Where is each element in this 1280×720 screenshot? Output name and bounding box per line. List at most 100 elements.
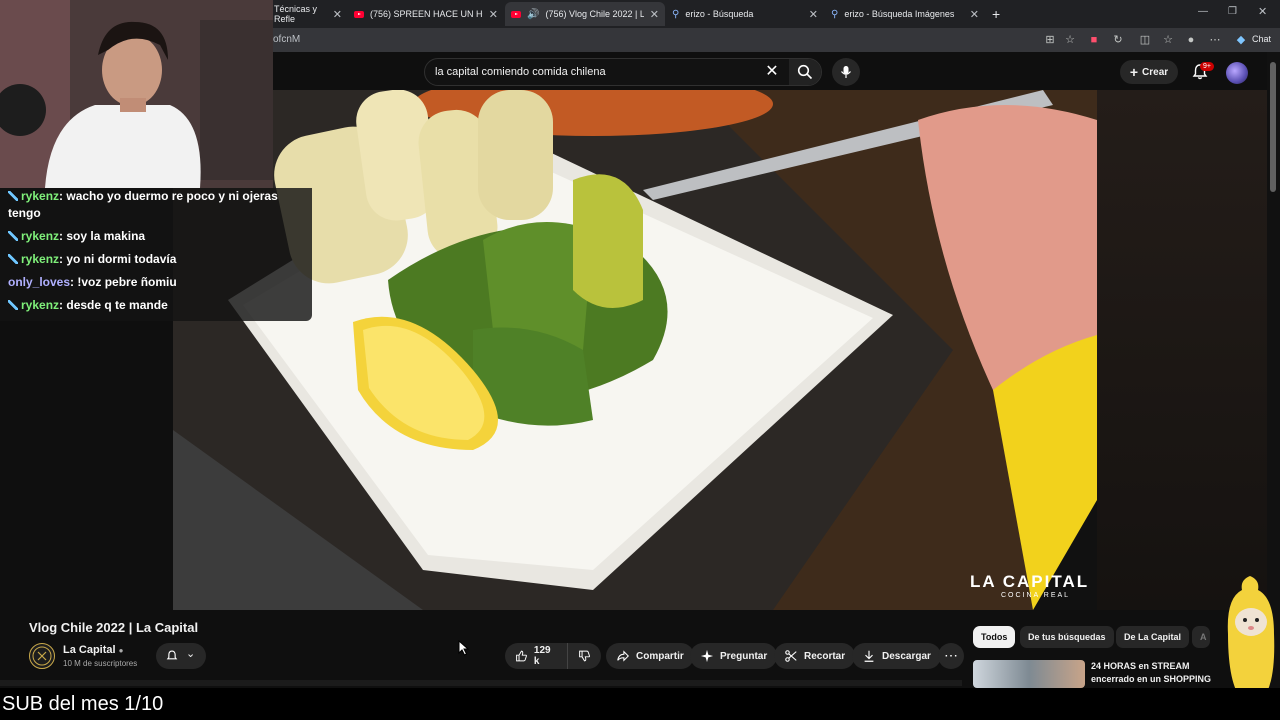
extension-icon[interactable]: ■ xyxy=(1087,33,1101,47)
chat-message: only_loves: !voz pebre ñomiu xyxy=(8,275,177,289)
tab-title: erizo - Búsqueda xyxy=(685,9,754,19)
close-tab-icon[interactable]: ✕ xyxy=(650,8,659,21)
chat-message: rykenz: soy la makina xyxy=(8,228,300,245)
channel-avatar[interactable] xyxy=(29,643,55,669)
sword-badge-icon xyxy=(8,231,18,241)
favorite-star-icon[interactable]: ☆ xyxy=(1063,33,1077,47)
thumbs-down-icon xyxy=(579,650,590,662)
search-button[interactable] xyxy=(789,59,821,85)
close-tab-icon[interactable]: ✕ xyxy=(333,8,342,21)
search-favicon-icon: ⚲ xyxy=(672,8,680,20)
download-icon xyxy=(864,650,874,662)
chip-from-channel[interactable]: De La Capital xyxy=(1116,626,1190,648)
chat-text: !voz pebre ñomiu xyxy=(77,275,177,289)
share-label: Compartir xyxy=(636,650,684,662)
clip-button[interactable]: Recortar xyxy=(774,643,856,669)
share-button[interactable]: Compartir xyxy=(606,643,694,669)
copilot-icon[interactable]: ◆ xyxy=(1234,33,1248,47)
tab-vlog-chile[interactable]: 🔊 (756) Vlog Chile 2022 | La Cap ✕ xyxy=(505,2,665,26)
related-video-title[interactable]: 24 HORAS en STREAM encerrado en un SHOPP… xyxy=(1091,660,1221,686)
chat-username: rykenz xyxy=(21,252,60,266)
new-tab-button[interactable]: + xyxy=(986,2,1008,26)
comments-divider xyxy=(0,680,962,686)
search-input[interactable]: la capital comiendo comida chilena xyxy=(435,66,606,78)
channel-name-text: La Capital xyxy=(63,644,116,656)
clip-label: Recortar xyxy=(804,650,846,662)
close-tab-icon[interactable]: ✕ xyxy=(809,8,818,21)
tab-erizo-imagenes[interactable]: ⚲ erizo - Búsqueda Imágenes ✕ xyxy=(825,2,985,26)
like-button[interactable]: 129 k xyxy=(505,643,567,669)
sword-badge-icon xyxy=(8,300,18,310)
chat-message: rykenz: wacho yo duermo re poco y ni oje… xyxy=(8,189,278,220)
microphone-icon xyxy=(841,66,851,78)
chip-from-searches[interactable]: De tus búsquedas xyxy=(1020,626,1114,648)
chat-message: rykenz: desde q te mande xyxy=(8,297,300,314)
favorites-icon[interactable]: ☆ xyxy=(1161,33,1175,47)
minimize-icon[interactable]: — xyxy=(1198,6,1208,17)
tab-title: erizo - Búsqueda Imágenes xyxy=(844,9,955,19)
chip-overflow[interactable]: A xyxy=(1192,626,1210,648)
more-actions-button[interactable]: ⋯ xyxy=(938,643,964,669)
subscription-bell-button[interactable]: ⌄ xyxy=(156,643,206,669)
profile-icon[interactable]: ● xyxy=(1184,33,1198,47)
scrollbar-thumb[interactable] xyxy=(1270,62,1276,192)
chat-username: rykenz xyxy=(21,229,60,243)
stream-caption-bar: SUB del mes 1/10 xyxy=(0,688,1280,720)
chat-message: rykenz: yo ni dormi todavía xyxy=(8,251,300,268)
subscriber-count: 10 M de suscriptores xyxy=(63,659,138,668)
create-label: Crear xyxy=(1142,66,1169,78)
channel-watermark-sub: COCINA REAL xyxy=(1001,592,1071,599)
tab-erizo-busqueda[interactable]: ⚲ erizo - Búsqueda ✕ xyxy=(666,2,824,26)
ask-button[interactable]: Preguntar xyxy=(690,643,778,669)
voice-search-button[interactable] xyxy=(832,58,860,86)
verified-icon: ● xyxy=(118,646,124,655)
plus-icon: + xyxy=(1129,64,1139,80)
video-player[interactable]: LA CAPITAL COCINA REAL xyxy=(173,90,1097,610)
video-frame-image xyxy=(173,90,1097,610)
dislike-button[interactable] xyxy=(567,643,601,669)
bell-icon xyxy=(166,650,178,660)
search-icon xyxy=(797,64,813,80)
youtube-favicon-icon xyxy=(511,10,521,18)
webcam-overlay xyxy=(0,0,273,188)
speaker-icon[interactable]: 🔊 xyxy=(527,9,539,20)
chat-text: soy la makina xyxy=(66,229,146,243)
create-button[interactable]: + Crear xyxy=(1120,60,1178,84)
maximize-icon[interactable]: ❐ xyxy=(1228,6,1237,17)
sparkle-icon xyxy=(700,649,714,663)
tab-spreen[interactable]: (756) SPREEN HACE UN HOUSE TO ✕ xyxy=(348,2,504,26)
tab-title: (756) SPREEN HACE UN HOUSE TO xyxy=(370,9,483,19)
right-background xyxy=(1097,90,1267,610)
scissors-icon xyxy=(785,650,797,662)
tab-title: Técnicas y Refle xyxy=(274,4,318,24)
share-icon xyxy=(617,650,629,662)
related-video-thumbnail[interactable] xyxy=(973,660,1085,688)
download-button[interactable]: Descargar xyxy=(852,643,941,669)
tab-tecnicas[interactable]: Técnicas y Refle ✕ xyxy=(268,2,348,26)
url-text[interactable]: ofcnM xyxy=(273,34,300,45)
chat-username: rykenz xyxy=(21,298,60,312)
tab-title: (756) Vlog Chile 2022 | La Cap xyxy=(545,9,644,19)
app-available-icon[interactable]: ⊞ xyxy=(1043,33,1057,47)
sword-badge-icon xyxy=(8,254,18,264)
mouse-cursor-icon xyxy=(458,640,470,656)
close-tab-icon[interactable]: ✕ xyxy=(970,8,979,21)
chip-todos[interactable]: Todos xyxy=(973,626,1016,648)
channel-logo-icon xyxy=(32,646,52,666)
more-options-icon[interactable]: ⋯ xyxy=(1208,33,1222,47)
notification-badge: 9+ xyxy=(1200,62,1214,71)
chevron-down-icon: ⌄ xyxy=(186,648,196,660)
copilot-label[interactable]: Chat xyxy=(1252,34,1271,44)
search-box[interactable]: la capital comiendo comida chilena ✕ xyxy=(424,58,822,86)
search-favicon-icon: ⚲ xyxy=(831,8,839,20)
video-title: Vlog Chile 2022 | La Capital xyxy=(29,620,199,635)
account-avatar[interactable] xyxy=(1226,62,1248,84)
split-screen-icon[interactable]: ◫ xyxy=(1138,33,1152,47)
sub-of-month-text: SUB del mes 1/10 xyxy=(2,693,164,715)
refresh-extension-icon[interactable]: ↻ xyxy=(1111,33,1125,47)
channel-name[interactable]: La Capital ● xyxy=(63,644,123,656)
close-tab-icon[interactable]: ✕ xyxy=(489,8,498,21)
clear-search-icon[interactable]: ✕ xyxy=(763,62,781,82)
stream-chat-overlay: rykenz: wacho yo duermo re poco y ni oje… xyxy=(0,188,312,321)
close-window-icon[interactable]: ✕ xyxy=(1258,5,1267,18)
